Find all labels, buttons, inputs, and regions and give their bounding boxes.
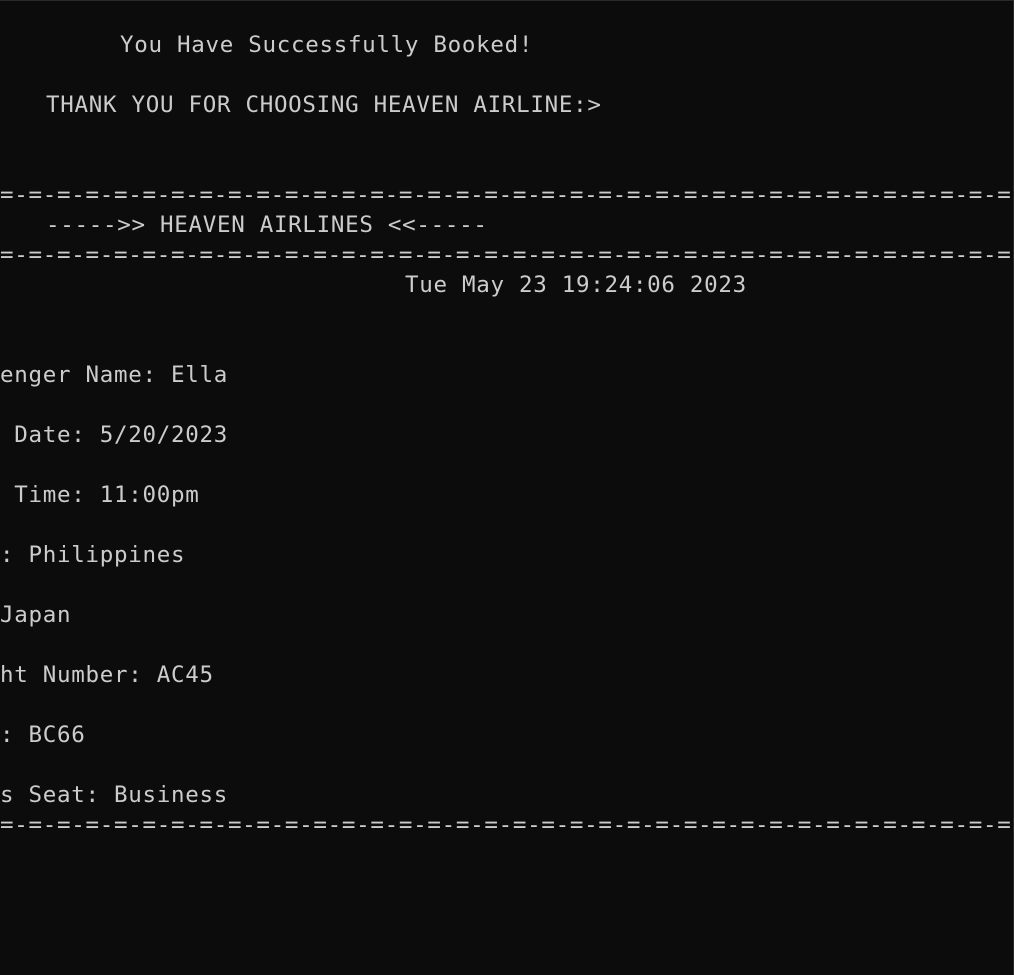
timestamp: Tue May 23 19:24:06 2023 xyxy=(405,272,747,298)
flight-date-line: Date: 5/20/2023 xyxy=(0,422,228,448)
separator-mid: =-=-=-=-=-=-=-=-=-=-=-=-=-=-=-=-=-=-=-=-… xyxy=(0,242,1013,268)
flight-number-line: ht Number: AC45 xyxy=(0,662,214,688)
destination-line: Japan xyxy=(0,602,72,628)
separator-bottom: =-=-=-=-=-=-=-=-=-=-=-=-=-=-=-=-=-=-=-=-… xyxy=(0,812,1013,838)
class-seat-line: s Seat: Business xyxy=(0,782,228,808)
passenger-name-line: enger Name: Ella xyxy=(0,362,228,388)
thank-you-message: THANK YOU FOR CHOOSING HEAVEN AIRLINE:> xyxy=(46,92,602,118)
separator-top: =-=-=-=-=-=-=-=-=-=-=-=-=-=-=-=-=-=-=-=-… xyxy=(0,182,1013,208)
banner-title: ----->> HEAVEN AIRLINES <<----- xyxy=(46,212,488,238)
origin-line: : Philippines xyxy=(0,542,186,568)
seat-code-line: : BC66 xyxy=(0,722,86,748)
success-message: You Have Successfully Booked! xyxy=(120,32,534,58)
console-window: You Have Successfully Booked! THANK YOU … xyxy=(0,0,1014,975)
flight-time-line: Time: 11:00pm xyxy=(0,482,200,508)
